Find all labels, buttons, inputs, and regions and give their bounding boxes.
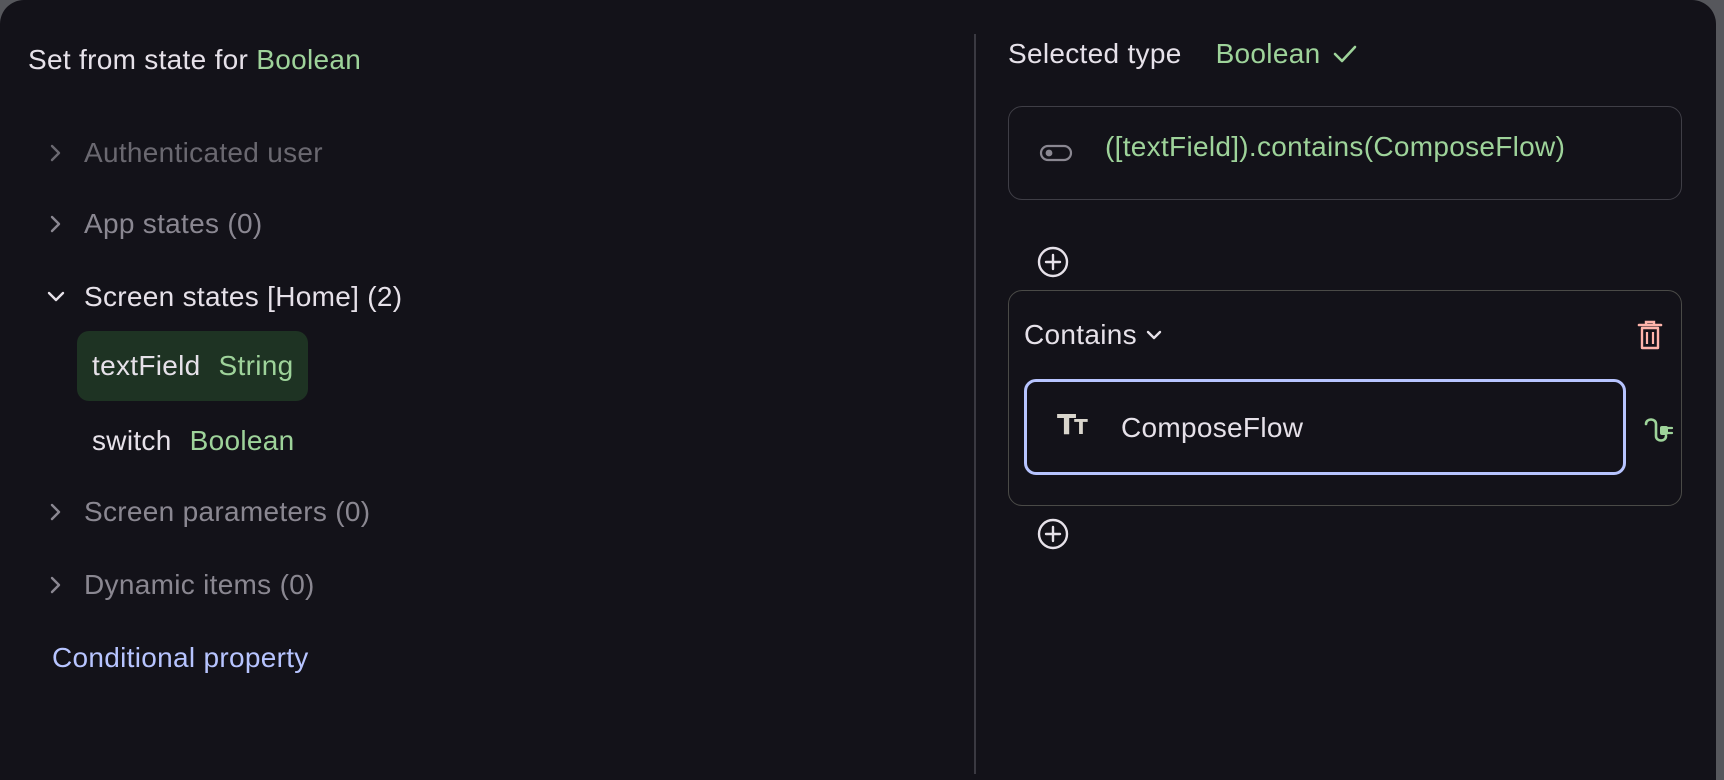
expression-preview: ([textField]).contains(ComposeFlow)	[1008, 106, 1682, 200]
title-prefix: Set from state for	[28, 44, 249, 75]
add-circle-icon	[1036, 518, 1070, 555]
chevron-right-icon	[40, 137, 72, 169]
add-circle-icon	[1036, 246, 1070, 283]
contains-value-input[interactable]: TT ComposeFlow	[1024, 379, 1626, 475]
set-from-state-dialog: Set from state for Boolean Authenticated…	[0, 0, 1716, 780]
title-type: Boolean	[256, 44, 362, 75]
chevron-right-icon	[40, 208, 72, 240]
selected-type-row: Selected type Boolean	[1008, 38, 1358, 70]
check-icon	[1332, 44, 1358, 64]
contains-value: ComposeFlow	[1121, 412, 1304, 443]
tree-item-label: Screen states [Home] (2)	[84, 281, 403, 312]
toggle-icon	[1039, 143, 1073, 168]
delete-icon	[1635, 320, 1665, 355]
text-type-icon: TT	[1057, 408, 1088, 441]
conditional-property-link[interactable]: Conditional property	[52, 642, 309, 674]
connect-state-button[interactable]	[1640, 414, 1674, 448]
state-item-switch[interactable]: switch Boolean	[77, 406, 309, 476]
add-transform-button-top[interactable]	[1036, 245, 1070, 279]
expression-text: ([textField]).contains(ComposeFlow)	[1105, 131, 1566, 162]
state-type: Boolean	[189, 425, 295, 456]
chevron-down-icon	[1145, 329, 1163, 341]
add-transform-button-bottom[interactable]	[1036, 517, 1070, 551]
chevron-right-icon	[40, 569, 72, 601]
tree-item-app-states[interactable]: App states (0)	[40, 200, 263, 248]
operator-label: Contains	[1024, 319, 1137, 350]
delete-transform-button[interactable]	[1635, 319, 1667, 351]
transform-card: Contains TT ComposeFlow	[1008, 290, 1682, 506]
operator-dropdown[interactable]: Contains	[1024, 319, 1163, 351]
tree-item-authenticated-user[interactable]: Authenticated user	[40, 129, 323, 177]
chevron-down-icon	[40, 281, 72, 313]
state-name: textField	[92, 350, 201, 381]
state-name: switch	[92, 425, 172, 456]
tree-item-dynamic-items[interactable]: Dynamic items (0)	[40, 561, 315, 609]
dialog-title: Set from state for Boolean	[28, 44, 361, 76]
tree-item-label: Screen parameters (0)	[84, 496, 371, 527]
chevron-right-icon	[40, 496, 72, 528]
tree-item-label: App states (0)	[84, 208, 263, 239]
plug-icon	[1640, 418, 1674, 452]
selected-type-label: Selected type	[1008, 38, 1182, 69]
state-item-textfield[interactable]: textField String	[77, 331, 309, 401]
state-type: String	[218, 350, 294, 381]
tree-item-label: Dynamic items (0)	[84, 569, 315, 600]
panel-divider	[974, 34, 976, 774]
tree-item-screen-states[interactable]: Screen states [Home] (2)	[40, 273, 402, 321]
tree-item-label: Authenticated user	[84, 137, 323, 168]
tree-item-screen-parameters[interactable]: Screen parameters (0)	[40, 488, 370, 536]
selected-type-value: Boolean	[1215, 38, 1321, 69]
